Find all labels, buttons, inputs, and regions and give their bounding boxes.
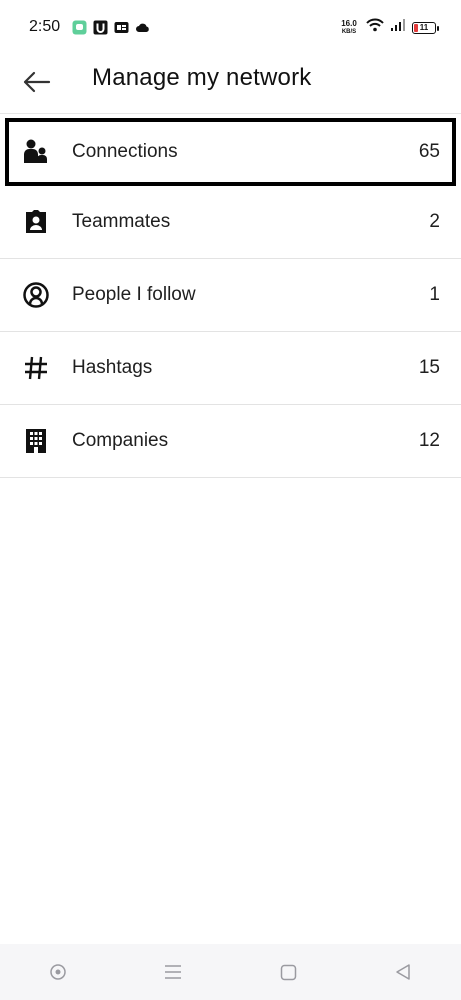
- system-nav-bar: [0, 944, 461, 1000]
- list-item-teammates[interactable]: Teammates 2: [0, 186, 461, 259]
- list-item-hashtags[interactable]: Hashtags 15: [0, 332, 461, 405]
- u-app-icon: [93, 20, 108, 35]
- badge-icon: [22, 208, 50, 236]
- assistant-button[interactable]: [38, 952, 78, 992]
- item-count: 2: [429, 211, 440, 232]
- status-app-icons: [72, 20, 150, 35]
- item-label: Companies: [72, 430, 169, 451]
- page-title: Manage my network: [92, 64, 312, 91]
- network-speed-unit: KB/S: [341, 28, 357, 35]
- menu-icon: [164, 965, 181, 979]
- item-count: 15: [418, 357, 440, 378]
- battery-level: 11: [419, 23, 429, 32]
- building-icon: [22, 427, 50, 455]
- system-back-button[interactable]: [383, 952, 423, 992]
- wifi-icon: [366, 18, 384, 37]
- network-list: Connections 65 Teammates 2 People I foll…: [0, 114, 461, 478]
- gb-app-icon: [114, 20, 129, 35]
- back-button[interactable]: [18, 64, 54, 100]
- status-right-icons: 16.0 KB/S 11: [338, 18, 439, 37]
- item-label: Teammates: [72, 211, 171, 232]
- status-time: 2:50: [29, 18, 61, 35]
- item-label: Connections: [72, 141, 178, 162]
- people-icon: [22, 138, 50, 166]
- network-speed: 16.0 KB/S: [338, 18, 360, 36]
- battery-icon: 11: [412, 21, 439, 34]
- list-item-companies[interactable]: Companies 12: [0, 405, 461, 478]
- list-item-people-i-follow[interactable]: People I follow 1: [0, 259, 461, 332]
- app-header: Manage my network: [0, 56, 461, 114]
- hashtag-icon: [22, 354, 50, 382]
- status-bar: 2:50 16.0 KB/S 11: [0, 0, 461, 56]
- item-label: Hashtags: [72, 357, 153, 378]
- assistant-icon: [49, 964, 66, 980]
- item-count: 1: [429, 284, 440, 305]
- item-count: 65: [418, 141, 440, 162]
- network-speed-value: 16.0: [341, 18, 357, 28]
- home-button[interactable]: [268, 952, 308, 992]
- person-circle-icon: [22, 281, 50, 309]
- list-item-connections[interactable]: Connections 65: [5, 118, 456, 186]
- signal-icon: [390, 18, 406, 37]
- chat-app-icon: [72, 20, 87, 35]
- item-label: People I follow: [72, 284, 196, 305]
- item-count: 12: [418, 430, 440, 451]
- back-triangle-icon: [396, 964, 411, 980]
- home-square-icon: [280, 964, 296, 980]
- cloud-icon: [135, 20, 150, 35]
- arrow-left-icon: [23, 71, 51, 93]
- recent-apps-button[interactable]: [153, 952, 193, 992]
